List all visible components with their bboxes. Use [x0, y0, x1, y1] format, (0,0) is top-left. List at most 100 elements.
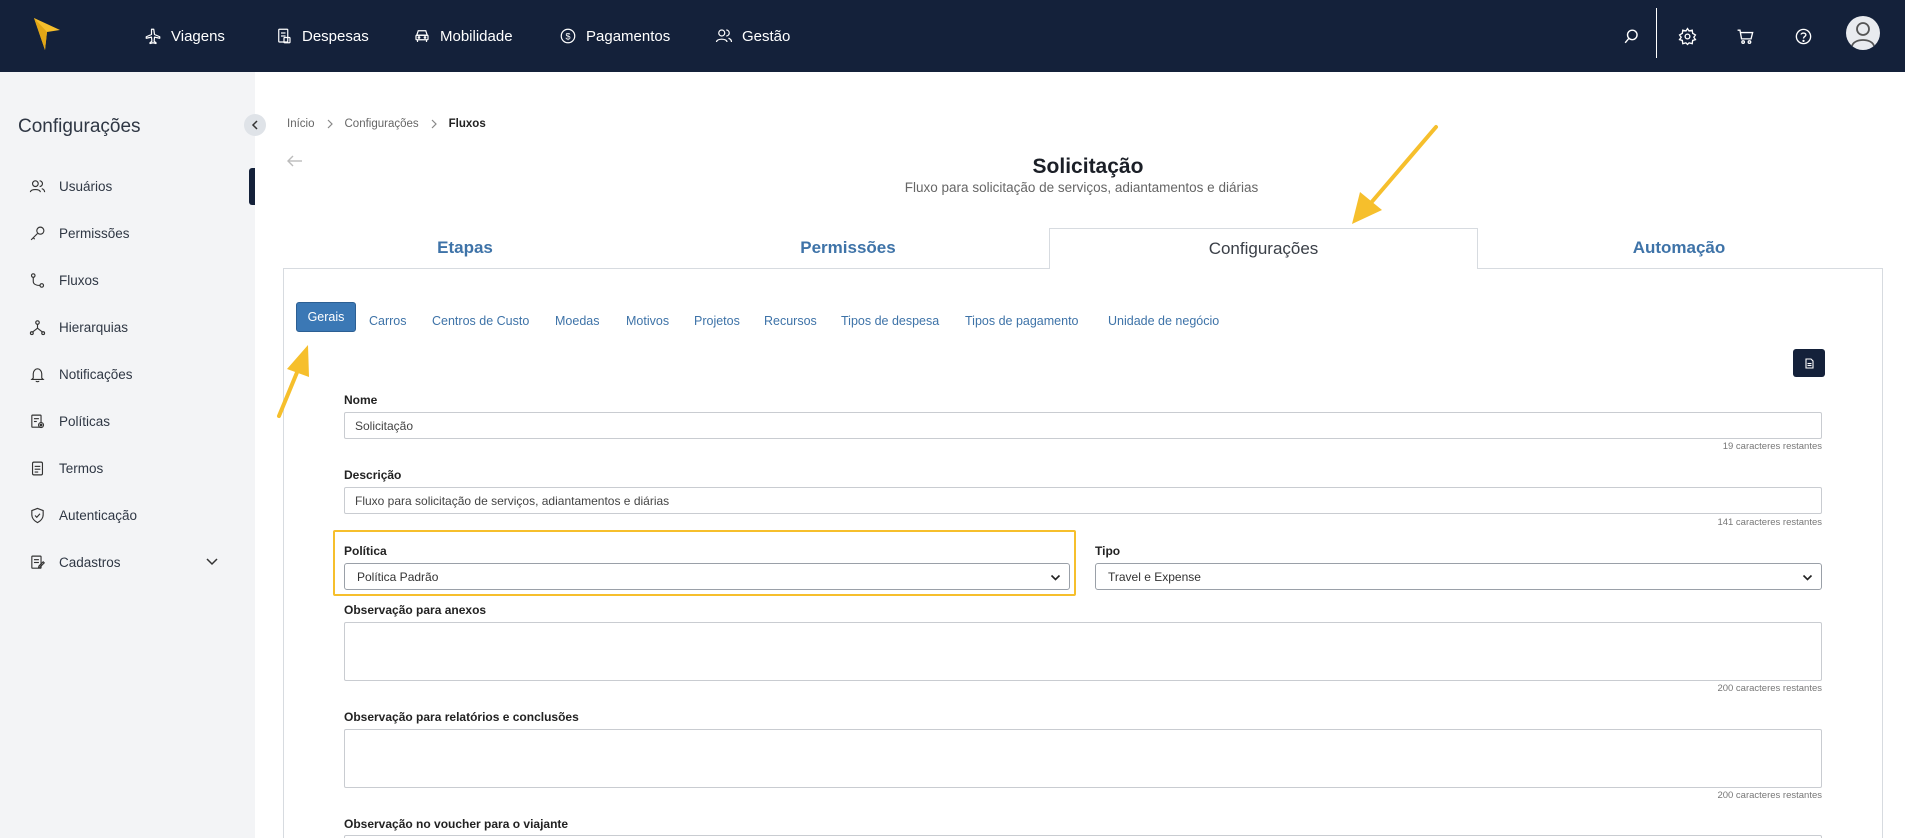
- chevron-left-icon: [251, 120, 258, 130]
- search-button[interactable]: [1616, 21, 1646, 51]
- help-icon: [1795, 28, 1811, 44]
- chevron-down-icon: [1050, 574, 1061, 581]
- breadcrumb-item[interactable]: Início: [287, 118, 315, 130]
- page-subtitle: Fluxo para solicitação de serviços, adia…: [904, 180, 1259, 195]
- subtab-centros-de-custo[interactable]: Centros de Custo: [432, 311, 529, 331]
- sidebar-item-label: Cadastros: [59, 554, 121, 570]
- sidebar-item-label: Fluxos: [59, 272, 99, 288]
- shield-icon: [31, 507, 44, 523]
- subtab-tipos-de-despesa[interactable]: Tipos de despesa: [841, 311, 939, 331]
- sidebar-item-fluxos[interactable]: Fluxos: [29, 267, 99, 293]
- top-navbar: Viagens Despesas Mobilidade $ Pagamentos…: [0, 0, 1905, 72]
- tab-automacao[interactable]: Automação: [1496, 228, 1862, 268]
- chevron-down-icon: [1802, 574, 1813, 581]
- sidebar-item-label: Notificações: [59, 366, 133, 382]
- subtab-tipos-de-pagamento[interactable]: Tipos de pagamento: [965, 311, 1079, 331]
- obs-relatorios-char-counter: 200 caracteres restantes: [1717, 790, 1822, 801]
- subtab-unidade-de-negocio[interactable]: Unidade de negócio: [1108, 311, 1219, 331]
- sidebar-item-termos[interactable]: Termos: [29, 455, 103, 481]
- tipo-label: Tipo: [1095, 544, 1121, 558]
- cart-icon: [1737, 28, 1753, 44]
- obs-relatorios-label: Observação para relatórios e conclusões: [344, 710, 579, 724]
- toolbar-divider: [1656, 8, 1657, 58]
- tab-permissoes[interactable]: Permissões: [665, 228, 1031, 268]
- sidebar-item-label: Termos: [59, 460, 104, 476]
- sidebar-item-label: Permissões: [59, 225, 130, 241]
- subtab-moedas[interactable]: Moedas: [555, 311, 599, 331]
- sidebar-item-politicas[interactable]: Políticas: [29, 408, 110, 434]
- sidebar-item-autenticacao[interactable]: Autenticação: [29, 502, 137, 528]
- avatar-icon: [1851, 22, 1875, 47]
- descricao-input[interactable]: Fluxo para solicitação de serviços, adia…: [344, 487, 1822, 514]
- subtab-gerais[interactable]: Gerais: [296, 302, 356, 332]
- nav-viagens[interactable]: Viagens: [144, 20, 225, 52]
- sidebar-item-hierarquias[interactable]: Hierarquias: [29, 314, 128, 340]
- tipo-selected-value: Travel e Expense: [1108, 569, 1201, 584]
- obs-anexos-label: Observação para anexos: [344, 603, 487, 617]
- subtab-carros[interactable]: Carros: [369, 311, 407, 331]
- sidebar-item-label: Hierarquias: [59, 319, 129, 335]
- subtab-projetos[interactable]: Projetos: [694, 311, 740, 331]
- logo-icon[interactable]: [32, 14, 62, 52]
- settings-button[interactable]: [1672, 21, 1702, 51]
- document-icon: [1804, 357, 1814, 369]
- tab-configuracoes[interactable]: Configurações: [1049, 228, 1478, 269]
- obs-relatorios-textarea[interactable]: [344, 729, 1822, 788]
- nav-label: Pagamentos: [586, 27, 671, 45]
- sidebar-title: Configurações: [18, 116, 141, 137]
- obs-anexos-textarea[interactable]: [344, 622, 1822, 681]
- flow-icon: [30, 272, 45, 288]
- nome-char-counter: 19 caracteres restantes: [1722, 441, 1822, 452]
- help-button[interactable]: [1788, 21, 1818, 51]
- obs-voucher-label: Observação no voucher para o viajante: [344, 817, 569, 831]
- politica-label: Política: [344, 544, 387, 558]
- sidebar-item-cadastros[interactable]: Cadastros: [29, 549, 121, 575]
- document-icon: [31, 461, 44, 475]
- bell-icon: [30, 367, 45, 382]
- chevron-down-icon[interactable]: [205, 555, 219, 569]
- chevron-right-icon: [327, 119, 333, 129]
- page-title: Solicitação: [1032, 155, 1144, 178]
- sidebar-item-notificacoes[interactable]: Notificações: [29, 361, 133, 387]
- obs-anexos-char-counter: 200 caracteres restantes: [1717, 683, 1822, 694]
- dollar-icon: $: [560, 28, 576, 44]
- descricao-label: Descrição: [344, 468, 402, 482]
- politica-selected-value: Política Padrão: [357, 569, 439, 584]
- nav-mobilidade[interactable]: Mobilidade: [413, 20, 513, 52]
- policy-icon: [31, 414, 45, 428]
- sidebar-item-permissoes[interactable]: Permissões: [29, 220, 130, 246]
- svg-text:$: $: [565, 31, 570, 41]
- key-icon: [30, 226, 45, 240]
- export-document-button[interactable]: [1793, 349, 1825, 377]
- subtab-recursos[interactable]: Recursos: [764, 311, 817, 331]
- nav-label: Viagens: [171, 27, 225, 45]
- user-avatar[interactable]: [1846, 16, 1880, 50]
- subtab-motivos[interactable]: Motivos: [626, 311, 669, 331]
- descricao-char-counter: 141 caracteres restantes: [1717, 517, 1822, 528]
- politica-select[interactable]: Política Padrão: [344, 563, 1070, 590]
- search-icon: [1624, 28, 1638, 43]
- breadcrumb-current: Fluxos: [448, 118, 486, 130]
- car-icon: [415, 30, 429, 42]
- sidebar-item-label: Políticas: [59, 413, 111, 429]
- sidebar-collapse-button[interactable]: [244, 114, 266, 136]
- receipt-icon: [278, 28, 291, 44]
- airplane-icon: [145, 28, 161, 45]
- nav-label: Despesas: [302, 27, 369, 45]
- nav-gestao[interactable]: Gestão: [715, 20, 790, 52]
- tab-etapas[interactable]: Etapas: [283, 228, 647, 268]
- nome-label: Nome: [344, 393, 378, 407]
- nav-despesas[interactable]: Despesas: [275, 20, 369, 52]
- sidebar-item-label: Autenticação: [59, 507, 138, 523]
- users-icon: [715, 29, 733, 43]
- nome-input[interactable]: Solicitação: [344, 412, 1822, 439]
- cart-button[interactable]: [1730, 21, 1760, 51]
- nav-pagamentos[interactable]: $ Pagamentos: [559, 20, 670, 52]
- breadcrumb: Início Configurações Fluxos: [287, 118, 486, 130]
- breadcrumb-item[interactable]: Configurações: [345, 118, 419, 130]
- tipo-select[interactable]: Travel e Expense: [1095, 563, 1822, 590]
- chevron-right-icon: [431, 119, 437, 129]
- gear-icon: [1678, 26, 1696, 45]
- nav-label: Gestão: [742, 27, 791, 45]
- hierarchy-icon: [29, 319, 46, 335]
